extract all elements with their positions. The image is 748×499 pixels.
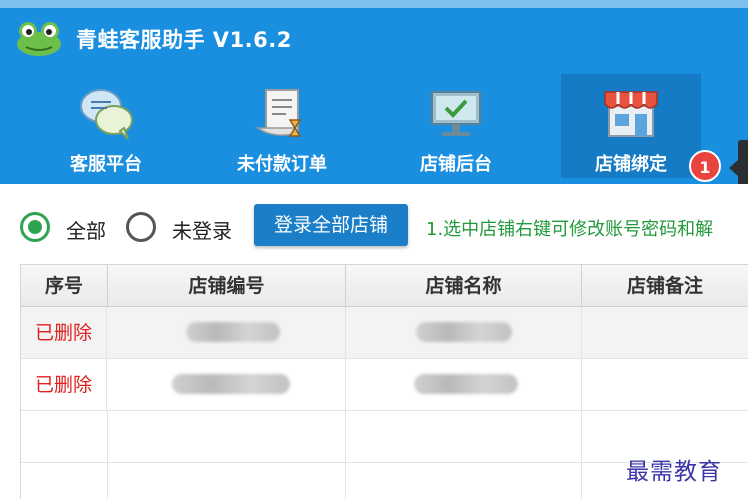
shop-id-cell [108,307,346,359]
window-top-strip [0,0,748,8]
toolbar-shop-binding[interactable]: 店铺绑定 [561,74,701,178]
toolbar-customer-service[interactable]: 客服平台 [36,74,176,178]
shop-name-cell [346,453,582,499]
redacted-shop-id [186,322,280,342]
shop-note-cell [582,307,748,359]
table-row[interactable]: 已删除 [21,359,748,411]
hint-text: 1.选中店铺右键可修改账号密码和解 [426,219,714,240]
chat-bubbles-icon [80,89,133,140]
toolbar-shop-backend[interactable]: 店铺后台 [386,74,526,178]
notification-badge: 1 [689,150,721,182]
shop-name-cell [346,307,582,359]
row-status: 已删除 [21,307,107,359]
title-bar: 青蛙客服助手 V1.6.2 [0,0,748,68]
shop-note-cell [582,359,748,411]
main-toolbar: 客服平台 未付款订单 店铺后台 店铺绑定 [0,68,748,184]
login-all-shops-button[interactable]: 登录全部店铺 [254,204,408,246]
shop-id-cell [108,359,346,411]
column-header-shop-note[interactable]: 店铺备注 [582,265,748,307]
side-panel-arrow-icon[interactable] [729,160,738,176]
column-header-index[interactable]: 序号 [21,265,108,307]
filter-bar: 全部 未登录 登录全部店铺 1.选中店铺右键可修改账号密码和解 [0,184,748,264]
radio-all-label[interactable]: 全部 [66,215,106,244]
radio-all[interactable] [20,212,50,242]
column-header-shop-id[interactable]: 店铺编号 [108,265,346,307]
order-hourglass-icon [255,89,302,137]
radio-not-logged-in[interactable] [126,212,156,242]
column-header-shop-name[interactable]: 店铺名称 [346,265,582,307]
toolbar-shop-binding-label: 店铺绑定 [595,154,667,175]
storefront-icon [604,91,658,137]
redacted-shop-name [414,374,518,394]
radio-not-logged-in-label[interactable]: 未登录 [172,215,232,244]
shop-name-cell [346,359,582,411]
toolbar-unpaid-orders[interactable]: 未付款订单 [212,74,352,178]
redacted-shop-name [416,322,512,342]
table-row[interactable]: 已删除 [21,307,748,359]
row-status [21,453,108,499]
toolbar-shop-backend-label: 店铺后台 [420,154,492,175]
shop-id-cell [108,453,346,499]
monitor-check-icon [431,91,481,136]
frog-logo-icon [17,22,61,56]
redacted-shop-id [172,374,290,394]
toolbar-customer-service-label: 客服平台 [70,154,142,175]
app-title: 青蛙客服助手 V1.6.2 [76,28,292,52]
row-status: 已删除 [21,359,107,411]
table-header: 序号 店铺编号 店铺名称 店铺备注 [21,265,748,307]
toolbar-unpaid-orders-label: 未付款订单 [237,154,327,175]
watermark-text: 最需教育 [626,459,722,485]
